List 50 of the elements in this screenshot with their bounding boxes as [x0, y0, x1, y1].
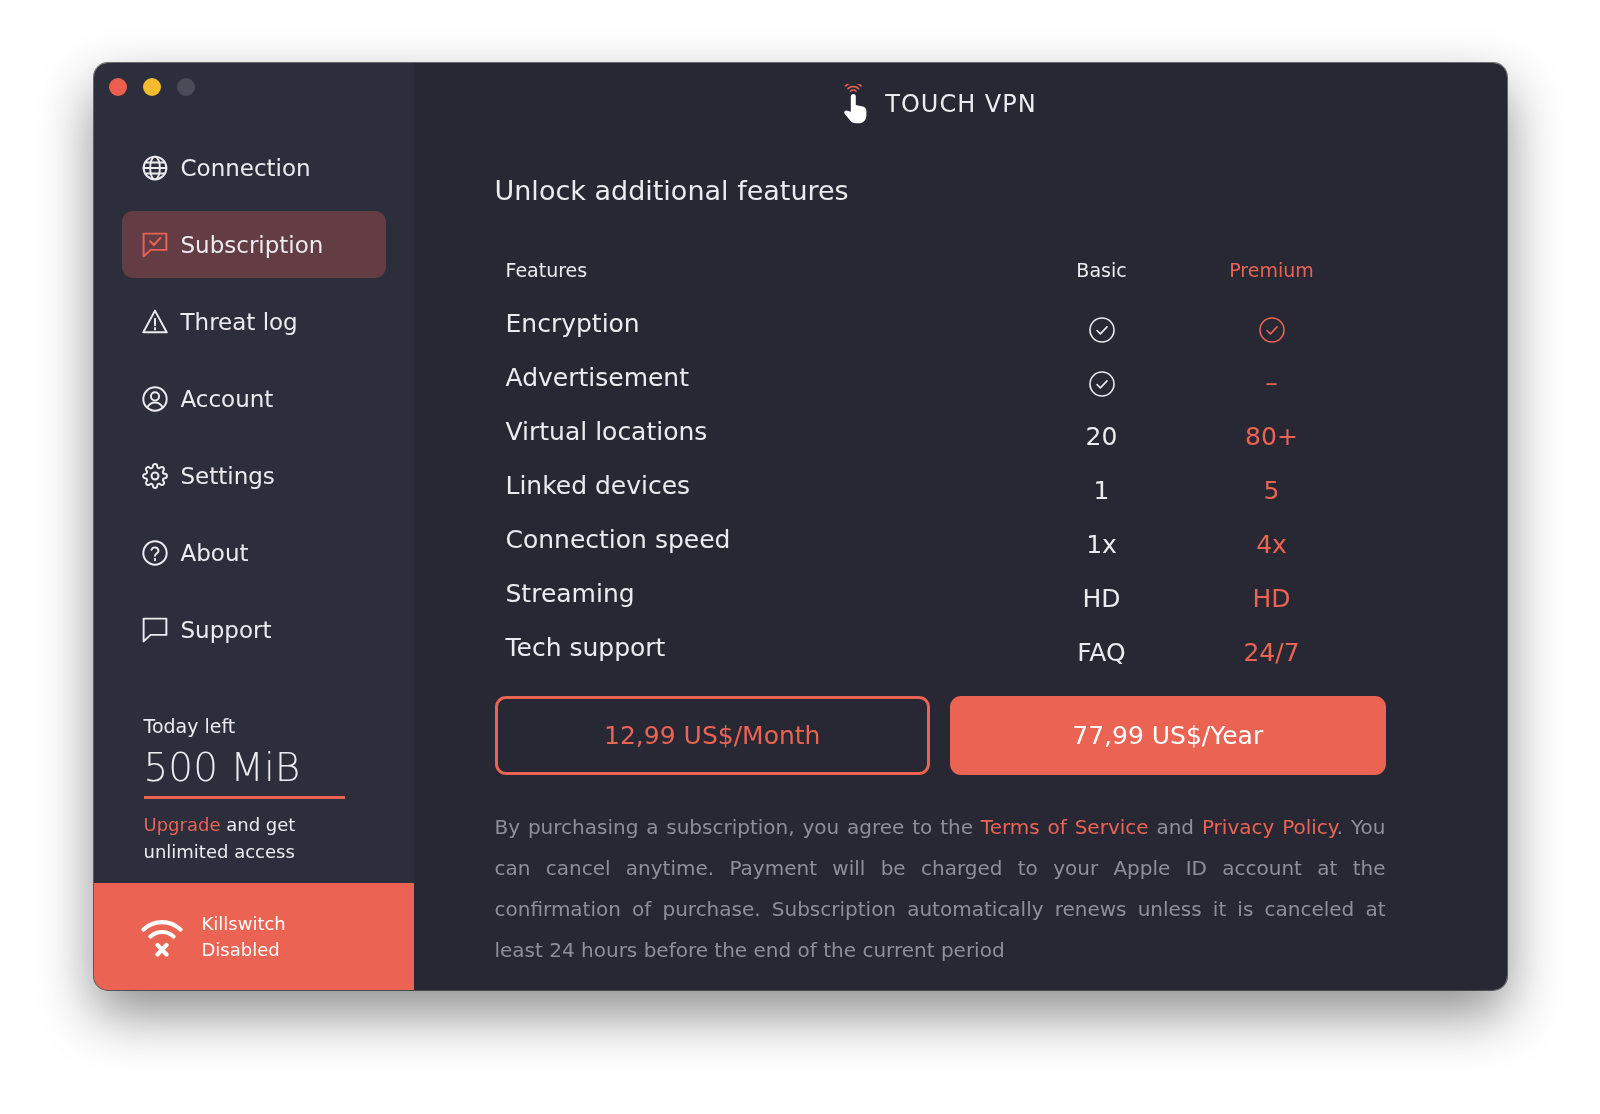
chat-check-icon [141, 231, 168, 258]
nav-item[interactable]: Connection [121, 134, 386, 201]
upgrade-link[interactable]: Upgrade [143, 814, 221, 835]
nav-item[interactable]: Support [121, 596, 386, 663]
help-icon [141, 539, 168, 566]
table-cell: Connection speed [505, 524, 731, 554]
table-cell: Encryption [505, 308, 640, 338]
table-cell: HD [1082, 583, 1121, 613]
table-cell: 5 [1263, 475, 1280, 505]
nav-item[interactable]: Settings [121, 442, 386, 509]
user-circle-icon [141, 385, 168, 412]
nav-item[interactable]: Account [121, 365, 386, 432]
page-heading: Unlock additional features [494, 174, 849, 208]
app-title: TOUCH VPN [885, 90, 1037, 118]
close-button[interactable] [108, 78, 127, 96]
nav-item[interactable]: Threat log [121, 288, 386, 355]
table-cell: Virtual locations [505, 416, 708, 446]
usage-label: Today left [143, 714, 236, 738]
table-cell: HD [1252, 583, 1291, 613]
table-cell: Streaming [505, 578, 635, 608]
table-cell: Linked devices [505, 470, 691, 500]
inline-link[interactable]: Terms of Service [980, 815, 1149, 839]
check-circle-icon [1088, 371, 1115, 397]
table-cell: 1 [1093, 475, 1110, 505]
table-cell: Advertisement [505, 362, 690, 392]
nav-item[interactable]: About [121, 519, 386, 586]
column-header: Basic [1076, 259, 1127, 281]
table-cell: 1x [1086, 529, 1117, 559]
check-circle-icon [1088, 317, 1115, 343]
plan-button[interactable]: 12,99 US$/Month [494, 696, 930, 775]
settings-icon [141, 462, 168, 489]
column-header: Features [505, 259, 588, 281]
table-cell: 4x [1256, 529, 1287, 559]
nav-item[interactable]: Subscription [121, 211, 386, 278]
table-cell: 80+ [1245, 421, 1298, 451]
upgrade-note: Upgrade and get unlimited access [143, 813, 297, 864]
table-cell: Tech support [505, 632, 666, 662]
inline-link[interactable]: Privacy Policy [1201, 815, 1337, 839]
chat-bubble-icon [141, 616, 168, 643]
table-cell: 20 [1085, 421, 1118, 451]
subscription-terms: By purchasing a subscription, you agree to the Terms of Service and Privacy Policy. You can cancel anytime. Payment will be charged to your Apple ID account at the confirmation of purchase. Subscription automatically renews unless it is canceled at least 24 hours before the end of the current period [494, 814, 1386, 964]
usage-value: 500 MiB [143, 746, 301, 790]
minimize-button[interactable] [142, 78, 161, 96]
warning-icon [141, 308, 168, 335]
globe-icon [141, 154, 168, 181]
table-cell: FAQ [1077, 637, 1126, 667]
table-cell: 24/7 [1243, 637, 1300, 667]
column-header: Premium [1229, 259, 1314, 281]
table-cell: – [1265, 367, 1278, 397]
check-circle-icon [1258, 317, 1285, 343]
